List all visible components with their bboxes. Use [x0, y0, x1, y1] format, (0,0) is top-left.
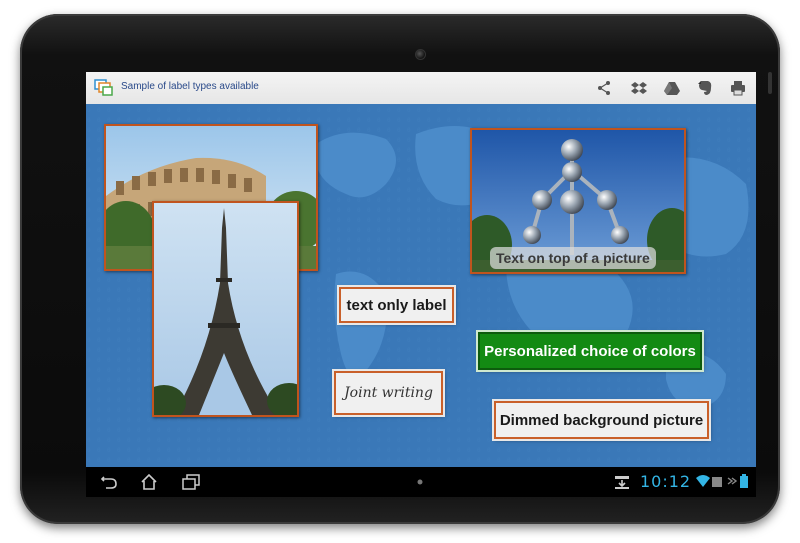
more-status-icon — [727, 477, 738, 485]
tablet-device: Sample of label types available Text on … — [20, 14, 780, 524]
dropbox-icon[interactable] — [631, 80, 647, 96]
front-camera — [415, 49, 426, 60]
battery-icon — [740, 474, 748, 488]
app-icon[interactable] — [94, 77, 114, 97]
dimmed-label[interactable]: Dimmed background picture — [494, 401, 709, 439]
script-label[interactable]: Joint writing — [334, 371, 443, 415]
action-bar: Sample of label types available — [86, 72, 756, 105]
text-only-label[interactable]: text only label — [339, 287, 454, 323]
back-icon[interactable] — [100, 474, 118, 490]
side-button — [768, 72, 772, 94]
screen: Sample of label types available Text on … — [86, 72, 756, 497]
menu-dot-icon — [417, 479, 423, 485]
clock: 10:12 — [640, 472, 692, 491]
share-icon[interactable] — [596, 80, 612, 96]
download-icon[interactable] — [614, 474, 630, 490]
home-icon[interactable] — [140, 474, 158, 490]
evernote-icon[interactable] — [697, 80, 713, 96]
recent-apps-icon[interactable] — [182, 474, 200, 490]
wifi-icon — [696, 475, 710, 487]
print-icon[interactable] — [730, 80, 746, 96]
atomium-photo[interactable]: Text on top of a picture — [470, 128, 686, 274]
canvas-area: 0 — [86, 104, 756, 467]
system-bar: 10:12 — [86, 467, 756, 497]
eiffel-tower-photo[interactable] — [152, 201, 299, 417]
storage-icon — [712, 477, 722, 487]
overlay-label[interactable]: Text on top of a picture — [490, 247, 656, 269]
app-title: Sample of label types available — [121, 81, 259, 92]
drive-icon[interactable] — [664, 80, 680, 96]
colored-label[interactable]: Personalized choice of colors — [478, 332, 702, 370]
